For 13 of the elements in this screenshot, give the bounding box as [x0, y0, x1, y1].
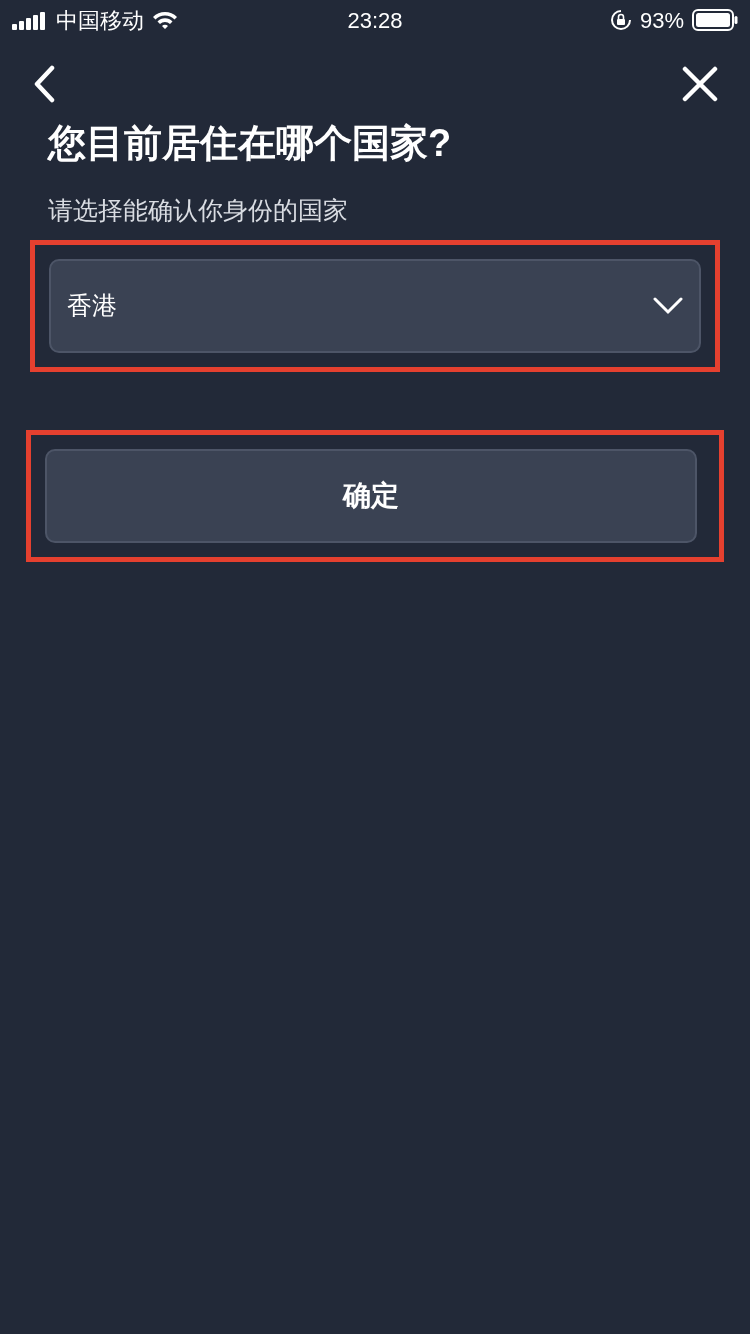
battery-percent: 93% [639, 6, 684, 35]
orientation-lock-icon [609, 9, 632, 31]
country-select[interactable]: 香港 [49, 258, 701, 353]
wifi-icon [152, 10, 178, 30]
close-button[interactable] [682, 66, 718, 102]
chevron-down-icon [653, 296, 683, 315]
page-title: 您目前居住在哪个国家? [46, 121, 453, 166]
carrier-name: 中国移动 [56, 6, 144, 35]
clock-time: 23:28 [346, 6, 404, 35]
confirm-button[interactable]: 确定 [45, 448, 697, 543]
signal-icon [12, 10, 48, 30]
battery-icon [692, 9, 738, 31]
field-label: 请选择能确认你身份的国家 [47, 195, 349, 226]
